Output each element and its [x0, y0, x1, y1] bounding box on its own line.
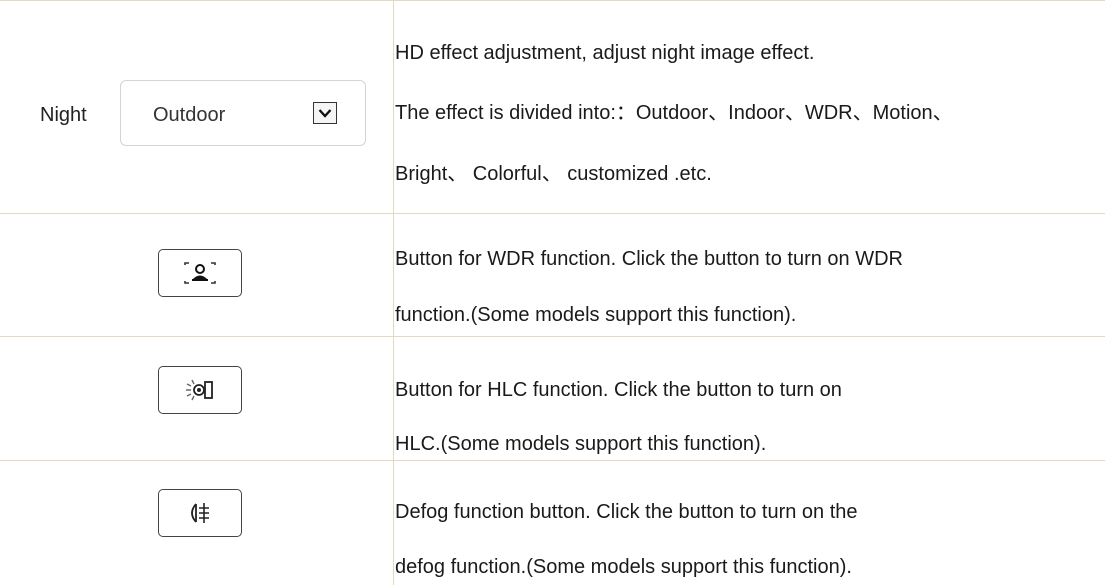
defog-button[interactable] — [158, 489, 242, 537]
description-line: defog function.(Some models support this… — [395, 556, 852, 578]
wdr-button[interactable] — [158, 249, 242, 297]
description-line: Button for HLC function. Click the butto… — [395, 379, 842, 401]
table-row: Defog function button. Click the button … — [0, 460, 1105, 585]
description-cell: Button for HLC function. Click the butto… — [395, 336, 1105, 460]
select-value: Outdoor — [153, 104, 226, 126]
description-line: HD effect adjustment, adjust night image… — [395, 42, 815, 64]
description-line: Button for WDR function. Click the butto… — [395, 248, 903, 270]
description-line: function.(Some models support this funct… — [395, 304, 797, 326]
table-row: Night Outdoor HD effect adjustment, adju… — [0, 0, 1105, 213]
defog-lamp-icon — [191, 503, 209, 523]
description-line: The effect is divided into:：Outdoor、Indo… — [395, 102, 953, 124]
function-table: Night Outdoor HD effect adjustment, adju… — [0, 0, 1105, 585]
night-label: Night — [40, 104, 87, 126]
wdr-portrait-icon — [184, 262, 216, 284]
hlc-light-icon — [186, 379, 213, 401]
description-cell: Button for WDR function. Click the butto… — [395, 213, 1105, 336]
description-line: Defog function button. Click the button … — [395, 501, 858, 523]
table-row: Button for WDR function. Click the butto… — [0, 213, 1105, 336]
description-cell: HD effect adjustment, adjust night image… — [395, 0, 1105, 213]
hlc-button[interactable] — [158, 366, 242, 414]
description-cell: Defog function button. Click the button … — [395, 460, 1105, 585]
chevron-down-icon[interactable] — [313, 102, 337, 124]
table-row: Button for HLC function. Click the butto… — [0, 336, 1105, 460]
night-effect-select[interactable]: Outdoor — [120, 80, 366, 146]
description-line: HLC.(Some models support this function). — [395, 433, 767, 455]
description-line: Bright、 Colorful、 customized .etc. — [395, 163, 712, 185]
